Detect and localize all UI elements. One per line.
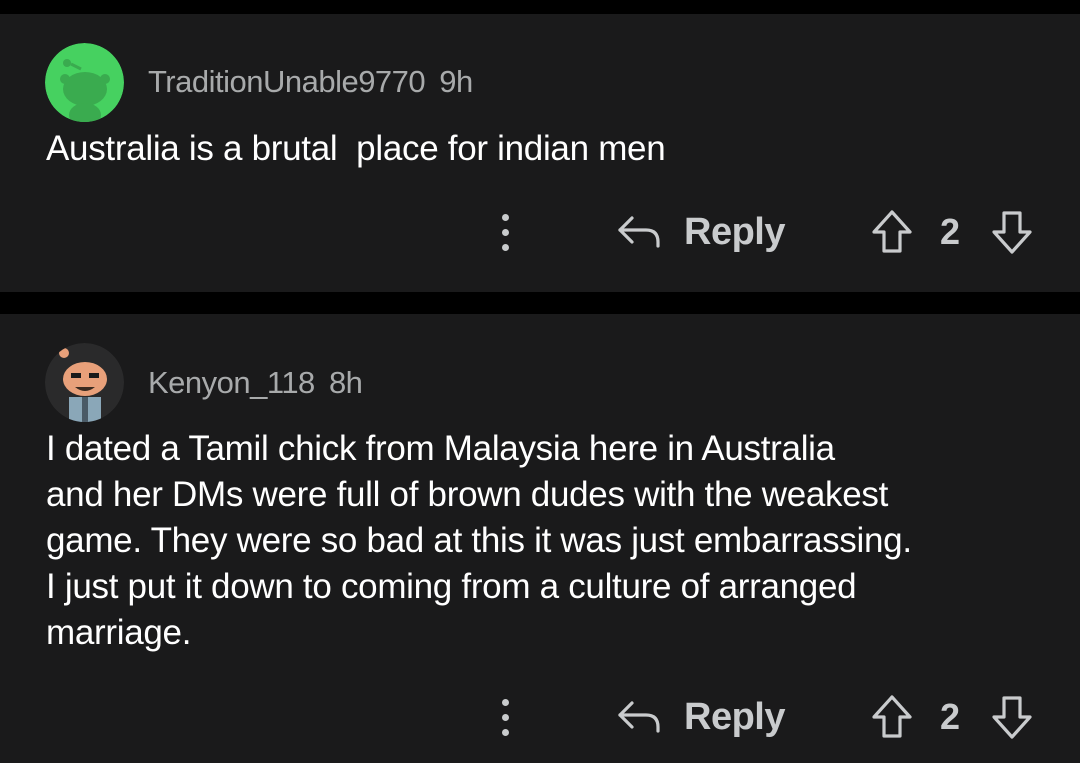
comment-card: Kenyon_118 8h I dated a Tamil chick from… <box>0 314 1080 763</box>
more-options-icon[interactable] <box>488 692 522 742</box>
reply-arrow-icon <box>616 212 662 252</box>
upvote-arrow-icon[interactable] <box>870 692 914 742</box>
downvote-arrow-icon[interactable] <box>990 207 1034 257</box>
username-link[interactable]: Kenyon_118 <box>148 365 315 400</box>
timestamp: 9h <box>439 64 473 99</box>
downvote-arrow-icon[interactable] <box>990 692 1034 742</box>
comment-actions: Reply 2 <box>0 207 1080 257</box>
snoo-avatar-icon[interactable] <box>45 43 124 122</box>
reply-arrow-icon <box>616 697 662 737</box>
comment-body: Australia is a brutal place for indian m… <box>46 129 666 168</box>
comment-card: TraditionUnable9770 9h Australia is a br… <box>0 14 1080 292</box>
comment-meta: TraditionUnable9770 9h <box>148 64 473 100</box>
more-options-icon[interactable] <box>488 207 522 257</box>
reply-label: Reply <box>684 210 785 253</box>
comment-meta: Kenyon_118 8h <box>148 365 363 401</box>
custom-avatar-icon[interactable] <box>45 343 124 422</box>
timestamp: 8h <box>328 365 363 400</box>
comment-body: I dated a Tamil chick from Malaysia here… <box>46 429 912 652</box>
reply-label: Reply <box>684 695 785 738</box>
comment-thread: TraditionUnable9770 9h Australia is a br… <box>0 0 1080 763</box>
vote-score: 2 <box>940 696 961 737</box>
vote-score: 2 <box>940 211 961 252</box>
username-link[interactable]: TraditionUnable9770 <box>148 64 426 99</box>
upvote-arrow-icon[interactable] <box>870 207 914 257</box>
reply-button[interactable]: Reply <box>616 692 785 742</box>
reply-button[interactable]: Reply <box>616 207 785 257</box>
comment-actions: Reply 2 <box>0 692 1080 742</box>
